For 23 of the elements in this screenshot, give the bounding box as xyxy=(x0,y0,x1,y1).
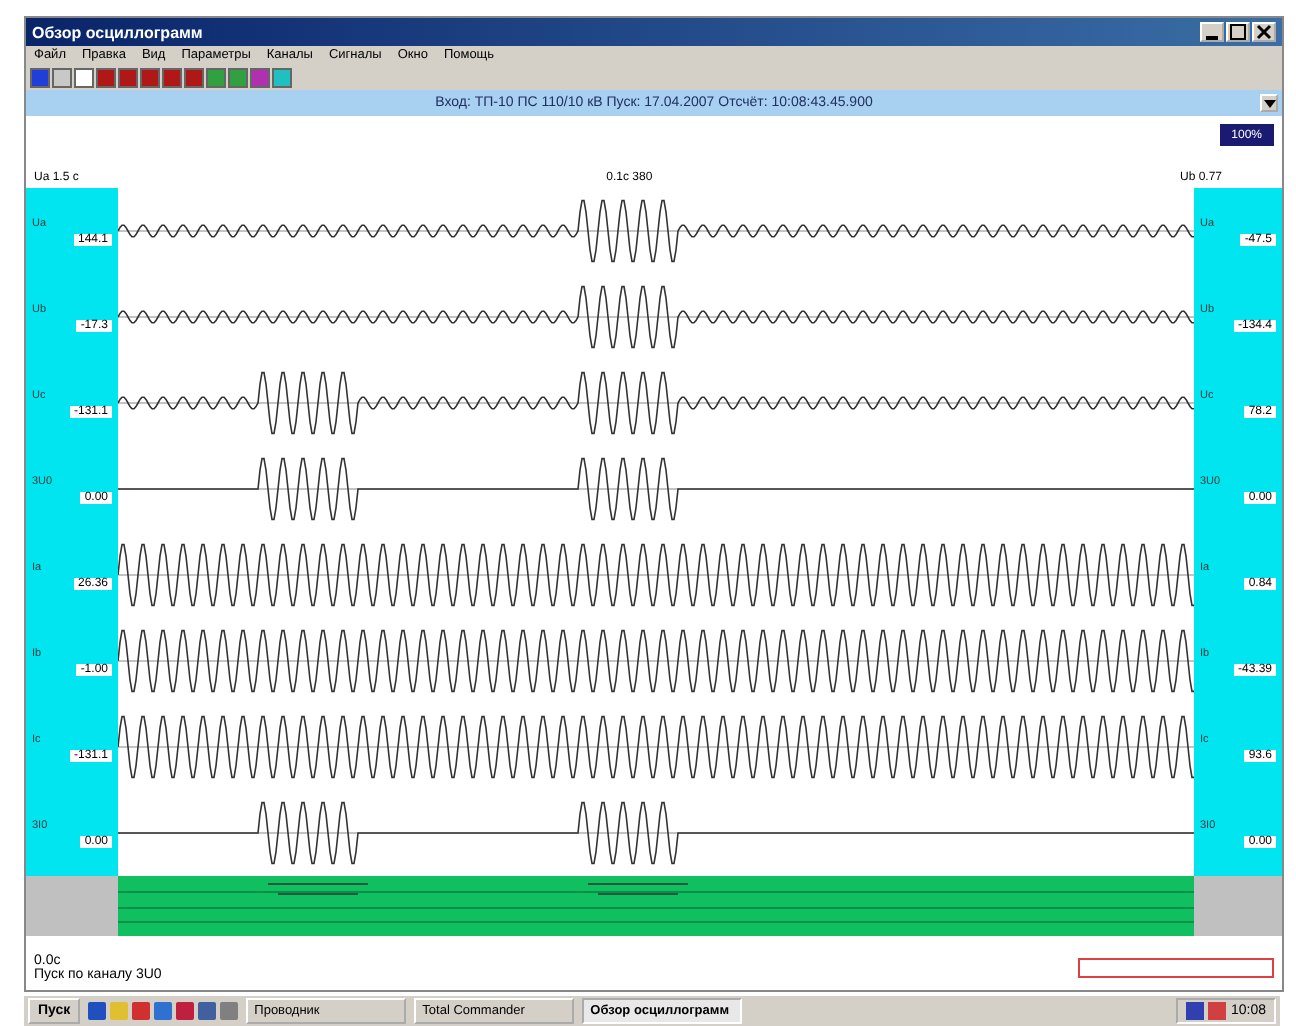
toolbar-button[interactable] xyxy=(206,67,226,87)
side-panel xyxy=(26,876,118,936)
toolbar-button[interactable] xyxy=(250,67,270,87)
toolbar-button[interactable] xyxy=(30,67,50,87)
input-field[interactable] xyxy=(1078,958,1274,978)
toolbar-button[interactable] xyxy=(118,67,138,87)
toolbar-button[interactable] xyxy=(52,67,72,87)
toolbar-button[interactable] xyxy=(272,67,292,87)
toolbar-button[interactable] xyxy=(162,67,182,87)
side-panel xyxy=(1194,876,1282,936)
close-icon xyxy=(1256,24,1272,40)
toolbar-button[interactable] xyxy=(74,67,94,87)
maximize-button[interactable] xyxy=(1226,22,1250,42)
toolbar-button[interactable] xyxy=(96,67,116,87)
toolbar-button[interactable] xyxy=(184,67,204,87)
close-button[interactable] xyxy=(1252,22,1276,42)
minimize-button[interactable] xyxy=(1200,22,1224,42)
toolbar-button[interactable] xyxy=(140,67,160,87)
toolbar-button[interactable] xyxy=(228,67,248,87)
window-title: Обзор осциллограмм xyxy=(32,23,203,41)
maximize-icon xyxy=(1230,24,1246,40)
dropdown-button[interactable] xyxy=(1260,94,1278,112)
caret-icon xyxy=(1263,99,1275,107)
